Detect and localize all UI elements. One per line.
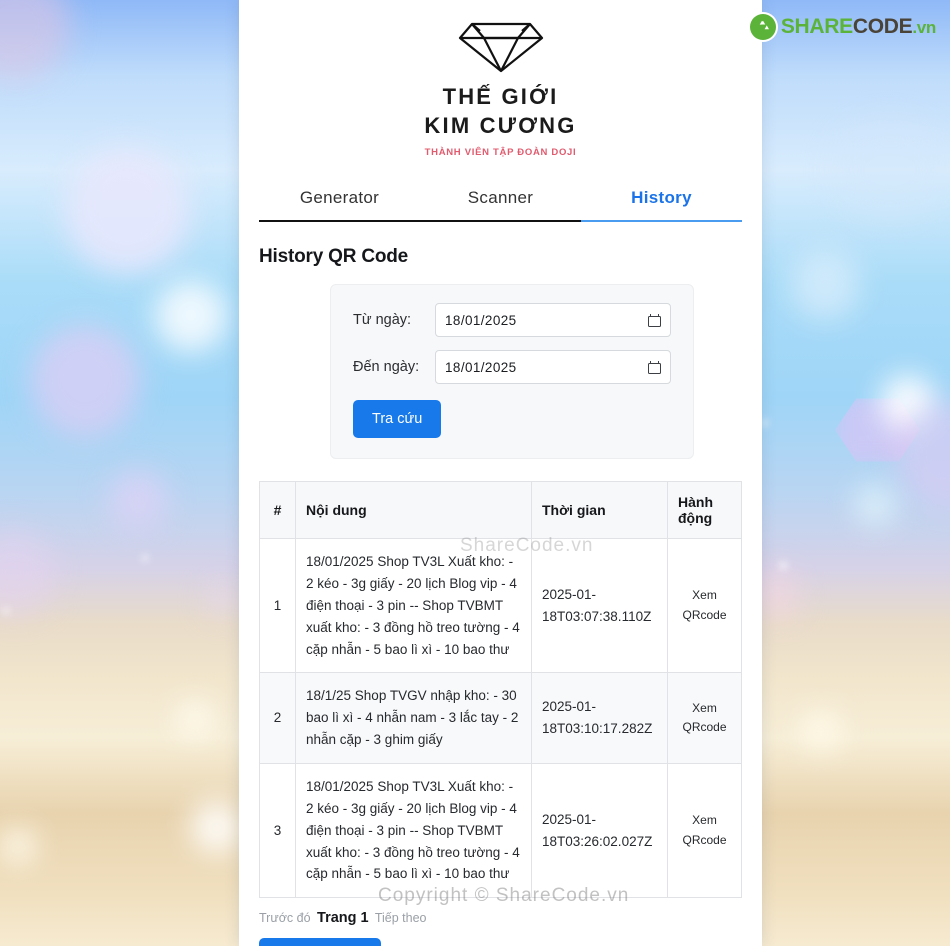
sharecode-wordmark: SHARECODE.vn	[781, 15, 936, 39]
table-row: 3 18/01/2025 Shop TV3L Xuất kho: - 2 kéo…	[259, 762, 742, 899]
filter-panel: Từ ngày: 18/01/2025 Đến ngày: 18/01/2025…	[330, 284, 694, 460]
table-body: 1 18/01/2025 Shop TV3L Xuất kho: - 2 kéo…	[259, 538, 742, 899]
bokeh-dot	[142, 555, 148, 561]
bokeh-circle	[64, 148, 190, 274]
bokeh-circle	[790, 250, 860, 320]
bokeh-circle	[0, 828, 36, 864]
recycle-icon	[749, 14, 776, 40]
row-time: 2025-01-18T03:10:17.282Z	[531, 672, 668, 764]
brand-subtitle: THÀNH VIÊN TẬP ĐOÀN DOJI	[424, 147, 577, 159]
bokeh-circle	[155, 280, 227, 352]
pagination-prev[interactable]: Trước đó	[259, 911, 311, 925]
view-qrcode-link[interactable]: Xem QRcode	[667, 762, 742, 899]
table-header-row: # Nội dung Thời gian Hành động	[259, 481, 742, 540]
sharecode-share-text: SHARE	[780, 15, 853, 38]
search-button[interactable]: Tra cứu	[353, 400, 442, 439]
table-row: 1 18/01/2025 Shop TV3L Xuất kho: - 2 kéo…	[259, 538, 742, 674]
bokeh-circle	[30, 325, 140, 437]
export-excel-button[interactable]: Xuất ra Excel	[259, 938, 382, 946]
bokeh-circle	[190, 800, 244, 854]
row-time: 2025-01-18T03:26:02.027Z	[531, 762, 668, 899]
row-content: 18/1/25 Shop TVGV nhập kho: - 30 bao lì …	[295, 672, 532, 764]
bokeh-circle	[880, 375, 936, 431]
main-tabs: Generator Scanner History	[259, 180, 742, 223]
bokeh-dot	[780, 562, 787, 569]
pagination: Trước đó Trang 1 Tiếp theo	[259, 910, 742, 926]
bokeh-dot	[3, 608, 9, 614]
brand-line-1: THẾ GIỚI	[442, 84, 559, 109]
row-content: 18/01/2025 Shop TV3L Xuất kho: - 2 kéo -…	[295, 762, 532, 899]
from-date-row: Từ ngày: 18/01/2025	[353, 303, 671, 338]
bokeh-circle	[895, 400, 950, 510]
row-index: 3	[259, 762, 296, 899]
header-action: Hành động	[667, 481, 742, 540]
from-date-label: Từ ngày:	[353, 312, 412, 329]
view-qrcode-link[interactable]: Xem QRcode	[667, 672, 742, 764]
brand-line-2: KIM CƯƠNG	[424, 113, 577, 139]
header-content: Nội dung	[295, 481, 532, 540]
pagination-current: Trang 1	[317, 910, 369, 927]
row-content: 18/01/2025 Shop TV3L Xuất kho: - 2 kéo -…	[295, 538, 532, 674]
header-time: Thời gian	[531, 481, 668, 540]
app-card: THẾ GIỚI KIM CƯƠNG THÀNH VIÊN TẬP ĐOÀN D…	[239, 0, 762, 946]
brand-logo: THẾ GIỚI KIM CƯƠNG THÀNH VIÊN TẬP ĐOÀN D…	[259, 0, 742, 158]
tab-scanner[interactable]: Scanner	[420, 180, 581, 220]
bokeh-circle	[0, 0, 70, 80]
bokeh-circle	[0, 530, 56, 616]
header-index: #	[259, 481, 296, 540]
sharecode-code-text: CODE	[852, 15, 913, 38]
table-row: 2 18/1/25 Shop TVGV nhập kho: - 30 bao l…	[259, 672, 742, 764]
bokeh-circle	[855, 485, 895, 525]
sharecode-logo: SHARECODE.vn	[749, 14, 936, 40]
from-date-value: 18/01/2025	[445, 312, 517, 328]
table-header: # Nội dung Thời gian Hành động	[259, 481, 742, 540]
bokeh-circle	[830, 120, 950, 220]
tab-history[interactable]: History	[581, 180, 742, 223]
bokeh-dot	[762, 420, 768, 426]
bokeh-circle	[207, 585, 237, 615]
calendar-icon[interactable]	[648, 360, 661, 374]
tab-generator[interactable]: Generator	[259, 180, 420, 220]
history-table: # Nội dung Thời gian Hành động 1 18/01/2…	[259, 481, 742, 899]
bokeh-circle	[176, 700, 214, 738]
row-time: 2025-01-18T03:07:38.110Z	[531, 538, 668, 674]
from-date-input[interactable]: 18/01/2025	[435, 303, 671, 338]
sharecode-tld-text: .vn	[912, 18, 936, 37]
calendar-icon[interactable]	[648, 313, 661, 327]
row-index: 1	[259, 538, 296, 674]
view-qrcode-link[interactable]: Xem QRcode	[667, 538, 742, 674]
row-index: 2	[259, 672, 296, 764]
bokeh-circle	[800, 710, 842, 752]
page-title: History QR Code	[259, 246, 409, 268]
to-date-row: Đến ngày: 18/01/2025	[353, 350, 671, 385]
bokeh-circle	[108, 470, 168, 530]
bokeh-hexagon	[835, 398, 920, 462]
to-date-label: Đến ngày:	[353, 359, 420, 376]
diamond-icon	[458, 22, 543, 73]
to-date-value: 18/01/2025	[445, 359, 517, 375]
to-date-input[interactable]: 18/01/2025	[435, 350, 671, 385]
pagination-next[interactable]: Tiếp theo	[375, 911, 427, 925]
